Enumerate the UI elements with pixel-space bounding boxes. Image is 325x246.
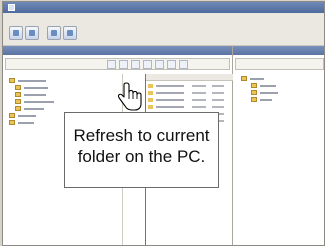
hand-pointer-icon bbox=[117, 82, 142, 111]
menu-bar bbox=[3, 13, 324, 22]
tree-item-label bbox=[18, 80, 46, 82]
folder-icon bbox=[251, 90, 257, 95]
tree-item-label bbox=[250, 78, 264, 80]
refresh-icon[interactable] bbox=[9, 26, 23, 40]
remote-panel-header bbox=[233, 46, 324, 55]
disconnect-icon[interactable] bbox=[63, 26, 77, 40]
tree-item-label bbox=[18, 122, 34, 124]
folder-icon bbox=[9, 120, 15, 125]
tree-item-label bbox=[260, 99, 272, 101]
refresh-tooltip: Refresh to current folder on the PC. bbox=[64, 112, 219, 188]
remote-panel bbox=[233, 46, 324, 245]
main-toolbar bbox=[3, 22, 324, 46]
stop-icon[interactable] bbox=[25, 26, 39, 40]
app-icon bbox=[8, 4, 15, 11]
toolbar-button[interactable] bbox=[179, 60, 188, 69]
remote-path-field[interactable] bbox=[235, 58, 324, 70]
tree-item-label bbox=[24, 108, 44, 110]
tooltip-line-1: Refresh to current bbox=[73, 126, 210, 145]
folder-icon bbox=[241, 76, 247, 81]
list-item[interactable] bbox=[148, 98, 232, 103]
toolbar-button[interactable] bbox=[143, 60, 152, 69]
toolbar-button[interactable] bbox=[131, 60, 140, 69]
tree-item-label bbox=[18, 115, 36, 117]
folder-icon bbox=[15, 106, 21, 111]
toolbar-button[interactable] bbox=[155, 60, 164, 69]
tree-item-label bbox=[260, 92, 278, 94]
folder-icon bbox=[251, 97, 257, 102]
local-path-field[interactable] bbox=[5, 58, 230, 70]
file-list-header bbox=[146, 74, 233, 81]
tree-item-label bbox=[260, 85, 276, 87]
connect-icon[interactable] bbox=[47, 26, 61, 40]
folder-icon bbox=[9, 113, 15, 118]
local-panel-header bbox=[3, 46, 232, 55]
refresh-button[interactable] bbox=[107, 60, 116, 69]
tree-item-label bbox=[24, 101, 54, 103]
tree-item-label bbox=[24, 94, 46, 96]
tree-item-label bbox=[24, 87, 48, 89]
list-item[interactable] bbox=[148, 91, 232, 96]
list-item[interactable] bbox=[148, 84, 232, 89]
folder-icon bbox=[15, 92, 21, 97]
folder-icon bbox=[9, 78, 15, 83]
toolbar-button[interactable] bbox=[167, 60, 176, 69]
tooltip-line-2: folder on the PC. bbox=[77, 147, 206, 166]
folder-icon bbox=[15, 85, 21, 90]
folder-icon bbox=[251, 83, 257, 88]
folder-icon bbox=[15, 99, 21, 104]
list-item[interactable] bbox=[148, 105, 232, 110]
window-titlebar bbox=[3, 2, 324, 13]
toolbar-button[interactable] bbox=[119, 60, 128, 69]
